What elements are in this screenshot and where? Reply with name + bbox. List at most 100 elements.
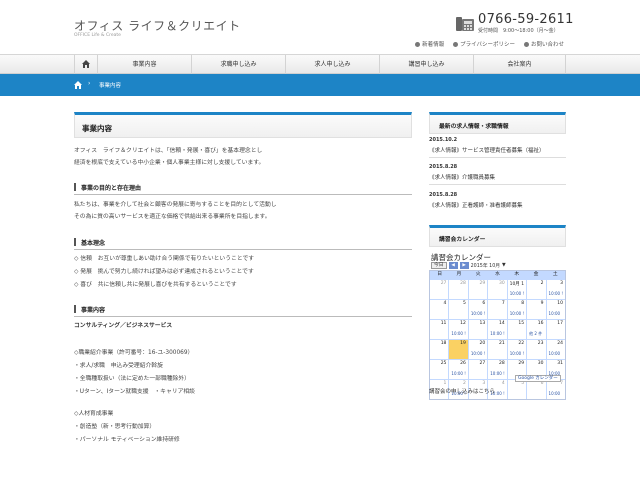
calendar-day[interactable]: 24 10:00 bbox=[547, 340, 565, 359]
calendar-day-number: 15 bbox=[518, 321, 525, 326]
calendar-week-row: 18 19 20 10:00 ! 21 22 10:00 ! 23 24 10:00 bbox=[430, 339, 565, 359]
section-heading-business: 事業内容 bbox=[74, 305, 412, 317]
calendar-day-today[interactable]: 19 bbox=[449, 340, 469, 359]
calendar-next-button[interactable]: ▶ bbox=[459, 262, 469, 269]
calendar-day[interactable]: 3 10:00 ! bbox=[547, 280, 565, 299]
calendar-day[interactable]: 12 10:00 ! bbox=[449, 320, 469, 339]
calendar-event[interactable]: 10:00 ! bbox=[451, 371, 465, 376]
nav-seminar[interactable]: 講習申し込み bbox=[380, 55, 474, 74]
calendar-prev-button[interactable]: ◀ bbox=[448, 262, 458, 269]
weekday-label: 火 bbox=[475, 272, 481, 277]
calendar-day[interactable]: 6 10:00 ! bbox=[469, 300, 489, 319]
calendar-day[interactable]: 10月 1 10:00 ! bbox=[508, 280, 528, 299]
calendar-day[interactable]: 13 bbox=[469, 320, 489, 339]
nav-business[interactable]: 事業内容 bbox=[98, 55, 192, 74]
calendar-day[interactable]: 14 10:00 ! bbox=[488, 320, 508, 339]
calendar-day-number: 10月 1 bbox=[509, 282, 525, 287]
calendar-event[interactable]: 10:00 ! bbox=[490, 371, 504, 376]
business-item: ・創造塾（新・思考行動加算） bbox=[74, 424, 156, 430]
bullet-icon bbox=[453, 42, 459, 47]
calendar-day[interactable]: 5 bbox=[508, 380, 528, 399]
calendar-controls: 今日 ◀ ▶ 2015年 10月 ▼ bbox=[431, 262, 506, 269]
calendar-week-row: 4 5 6 10:00 ! 7 8 10:00 ! 9 10 10:00 bbox=[430, 299, 565, 319]
calendar-day[interactable]: 20 10:00 ! bbox=[469, 340, 489, 359]
calendar-day-number: 22 bbox=[518, 341, 525, 346]
calendar-event[interactable]: 10:00 ! bbox=[510, 291, 524, 296]
chevron-down-icon[interactable]: ▼ bbox=[502, 263, 506, 268]
calendar-day[interactable]: 15 bbox=[508, 320, 528, 339]
news-link[interactable]: 《求人情報》正看護師・准看護師募集 bbox=[429, 201, 523, 209]
calendar-day[interactable]: 11 bbox=[430, 320, 450, 339]
calendar-box-title: 講習会カレンダー bbox=[429, 225, 566, 247]
site-logo[interactable]: オフィス ライフ＆クリエイト bbox=[74, 17, 241, 34]
calendar-day-number: 14 bbox=[498, 321, 505, 326]
calendar-day[interactable]: 7 10:00 bbox=[547, 380, 565, 399]
calendar-day[interactable]: 6 bbox=[527, 380, 547, 399]
nav-job-seeker[interactable]: 求職申し込み bbox=[192, 55, 286, 74]
calendar-day-number: 28 bbox=[460, 281, 466, 286]
weekday-label: 土 bbox=[552, 272, 558, 277]
calendar-day[interactable]: 23 bbox=[527, 340, 547, 359]
nav-company[interactable]: 会社案内 bbox=[474, 55, 566, 74]
news-link[interactable]: 《求人情報》介護職員募集 bbox=[429, 173, 495, 181]
calendar-day-number: 3 bbox=[560, 281, 563, 286]
calendar-day-number: 29 bbox=[479, 281, 486, 286]
calendar-day[interactable]: 27 bbox=[469, 360, 489, 379]
calendar-day[interactable]: 29 bbox=[469, 280, 489, 299]
calendar-event[interactable]: 10:00 bbox=[549, 391, 561, 396]
calendar-day[interactable]: 25 bbox=[430, 360, 450, 379]
calendar-day[interactable]: 18 bbox=[430, 340, 450, 359]
global-nav: 事業内容 求職申し込み 求人申し込み 講習申し込み 会社案内 bbox=[0, 54, 640, 74]
calendar-day[interactable]: 9 bbox=[527, 300, 547, 319]
nav-home[interactable] bbox=[74, 55, 98, 74]
calendar-day[interactable]: 27 bbox=[430, 280, 450, 299]
header-link-news[interactable]: 新着情報 bbox=[415, 40, 444, 48]
divider bbox=[429, 184, 566, 185]
calendar-day-number: 11 bbox=[440, 321, 447, 326]
calendar-event[interactable]: 10:00 ! bbox=[471, 311, 485, 316]
calendar-day-number: 18 bbox=[440, 341, 447, 346]
calendar-day[interactable]: 16 他 2 件 bbox=[527, 320, 547, 339]
breadcrumb: › 事業内容 bbox=[0, 74, 640, 96]
calendar-today-button[interactable]: 今日 bbox=[431, 262, 447, 269]
calendar-day[interactable]: 7 bbox=[488, 300, 508, 319]
calendar-day-number: 23 bbox=[537, 341, 544, 346]
calendar-day-number: 20 bbox=[479, 341, 486, 346]
calendar-day-number: 27 bbox=[440, 281, 447, 286]
calendar-day[interactable]: 30 bbox=[488, 280, 508, 299]
news-date: 2015.8.28 bbox=[429, 192, 458, 198]
calendar-event[interactable]: 10:00 bbox=[549, 351, 561, 356]
calendar-event[interactable]: 10:00 ! bbox=[510, 311, 524, 316]
calendar-day[interactable]: 28 10:00 ! bbox=[488, 360, 508, 379]
calendar-day[interactable]: 21 bbox=[488, 340, 508, 359]
calendar-day[interactable]: 17 bbox=[547, 320, 565, 339]
calendar-day-number: 24 bbox=[557, 341, 563, 346]
calendar-day[interactable]: 22 10:00 ! bbox=[508, 340, 528, 359]
news-date: 2015.8.28 bbox=[429, 164, 458, 170]
seminar-apply-link[interactable]: 講習会の申し込みはこちら bbox=[429, 387, 495, 395]
calendar-event[interactable]: 10:00 ! bbox=[510, 351, 524, 356]
calendar-day[interactable]: 28 bbox=[449, 280, 469, 299]
business-item: ・Uターン、Iターン就職支援 ・キャリア相談 bbox=[74, 389, 195, 395]
calendar-day[interactable]: 10 10:00 bbox=[547, 300, 565, 319]
calendar-day[interactable]: 2 bbox=[527, 280, 547, 299]
calendar-event[interactable]: 他 2 件 bbox=[529, 331, 542, 337]
calendar-day[interactable]: 26 10:00 ! bbox=[449, 360, 469, 379]
calendar-day[interactable]: 5 bbox=[449, 300, 469, 319]
header-link-privacy[interactable]: プライバシーポリシー bbox=[453, 40, 515, 48]
calendar-event[interactable]: 10:00 ! bbox=[451, 331, 465, 336]
calendar-day[interactable]: 8 10:00 ! bbox=[508, 300, 528, 319]
calendar-day-number: 8 bbox=[521, 301, 525, 306]
calendar-event[interactable]: 10:00 bbox=[549, 311, 561, 316]
breadcrumb-home-icon[interactable] bbox=[74, 81, 82, 89]
calendar-event[interactable]: 10:00 ! bbox=[490, 331, 504, 336]
bullet-icon bbox=[415, 42, 421, 47]
header-link-contact[interactable]: お問い合わせ bbox=[523, 40, 564, 48]
calendar-event[interactable]: 10:00 ! bbox=[471, 351, 485, 356]
calendar-day[interactable]: 4 bbox=[430, 300, 450, 319]
calendar-month-label[interactable]: 2015年 10月 bbox=[471, 262, 500, 269]
news-link[interactable]: 《求人情報》サービス管理責任者募集（福祉） bbox=[429, 146, 545, 154]
google-calendar-badge[interactable]: Google カレンダー bbox=[515, 375, 561, 382]
calendar-event[interactable]: 10:00 ! bbox=[549, 291, 563, 296]
nav-recruiter[interactable]: 求人申し込み bbox=[286, 55, 380, 74]
